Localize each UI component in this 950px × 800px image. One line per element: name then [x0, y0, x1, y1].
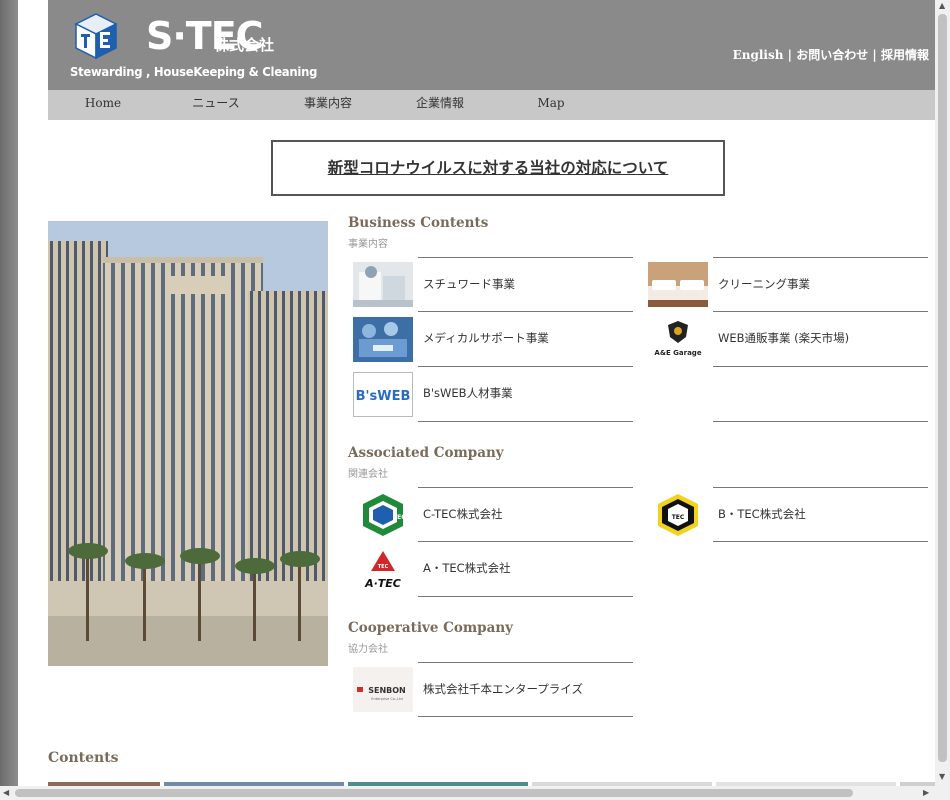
nav-item-business[interactable]: 事業内容	[278, 90, 378, 120]
contact-link[interactable]: お問い合わせ	[796, 48, 868, 62]
associated-item-atec[interactable]: TEC A·TEC A・TEC株式会社	[348, 542, 633, 597]
associated-section-subtitle: 関連会社	[348, 469, 388, 480]
business-item-empty	[643, 367, 928, 422]
logo-company-suffix: 株式会社	[214, 36, 275, 54]
contents-section-title: Contents	[48, 750, 119, 766]
covid-notice-link[interactable]: 新型コロナウイルスに対する当社の対応について	[328, 159, 669, 177]
svg-text:A·TEC: A·TEC	[364, 577, 401, 590]
business-item-medical[interactable]: メディカルサポート事業	[348, 312, 633, 367]
scrollbar-corner	[935, 786, 950, 800]
nav-item-map[interactable]: Map	[501, 90, 601, 120]
hero-building-image	[48, 221, 328, 666]
business-item-web-shop[interactable]: A&E Garage WEB通販事業 (楽天市場)	[643, 312, 928, 367]
senbon-logo-icon: SENBON Enterprise Co.,Ltd	[353, 667, 413, 712]
business-item-label	[713, 367, 928, 422]
associated-section-title: Associated Company	[348, 445, 504, 461]
associated-item-label: B・TEC株式会社	[713, 487, 928, 542]
bsweb-logo-icon: B'sWEB	[353, 372, 413, 417]
svg-text:TEC: TEC	[672, 514, 685, 521]
svg-text:Enterprise Co.,Ltd: Enterprise Co.,Ltd	[371, 697, 402, 701]
ae-garage-logo-icon: A&E Garage	[648, 317, 708, 362]
nav-item-home[interactable]: Home	[53, 90, 153, 120]
nav-item-company[interactable]: 企業情報	[390, 90, 490, 120]
main-nav: Home ニュース 事業内容 企業情報 Map	[48, 90, 935, 120]
associated-item-ctec[interactable]: TEC C-TEC株式会社	[348, 487, 633, 542]
ctec-logo-icon: TEC	[353, 492, 413, 537]
page: S·TEC 株式会社 Stewarding , HouseKeeping & C…	[18, 0, 935, 786]
business-item-cleaning[interactable]: クリーニング事業	[643, 257, 928, 312]
svg-text:SENBON: SENBON	[368, 686, 406, 695]
outer-background	[0, 0, 18, 800]
business-item-label: WEB通販事業 (楽天市場)	[713, 312, 928, 367]
scroll-left-arrow-icon[interactable]: ◀	[3, 788, 9, 797]
link-separator: |	[787, 48, 793, 62]
associated-item-label: A・TEC株式会社	[418, 542, 633, 597]
logo-tagline: Stewarding , HouseKeeping & Cleaning	[70, 64, 318, 79]
scroll-right-arrow-icon[interactable]: ▶	[923, 788, 929, 797]
business-item-label: B'sWEB人材事業	[418, 367, 633, 422]
business-item-bsweb[interactable]: B'sWEB B'sWEB人材事業	[348, 367, 633, 422]
horizontal-scroll-thumb[interactable]	[15, 789, 853, 797]
business-item-label: メディカルサポート事業	[418, 312, 633, 367]
vertical-scroll-thumb[interactable]	[938, 14, 947, 762]
site-logo[interactable]: S·TEC 株式会社 Stewarding , HouseKeeping & C…	[70, 10, 317, 82]
associated-item-btec[interactable]: TEC B・TEC株式会社	[643, 487, 928, 542]
btec-logo-icon: TEC	[648, 492, 708, 537]
stec-logo-mark-icon	[74, 13, 118, 60]
svg-text:TEC: TEC	[378, 564, 389, 570]
business-item-steward[interactable]: スチュワード事業	[348, 257, 633, 312]
covid-notice-box: 新型コロナウイルスに対する当社の対応について	[271, 140, 725, 196]
top-links: English | お問い合わせ | 採用情報	[733, 46, 929, 63]
medical-thumbnail	[353, 317, 413, 362]
vertical-scrollbar[interactable]: ▲ ▼	[935, 0, 950, 786]
steward-thumbnail	[353, 262, 413, 307]
cooperative-section-title: Cooperative Company	[348, 620, 514, 636]
english-link[interactable]: English	[733, 48, 784, 62]
business-item-label: クリーニング事業	[713, 257, 928, 312]
atec-logo-icon: TEC A·TEC	[353, 547, 413, 592]
nav-item-news[interactable]: ニュース	[166, 90, 266, 120]
link-separator: |	[872, 48, 877, 62]
associated-item-label: C-TEC株式会社	[418, 487, 633, 542]
horizontal-scrollbar[interactable]: ◀ ▶	[0, 786, 935, 800]
svg-text:A&E Garage: A&E Garage	[654, 349, 701, 357]
svg-text:B'sWEB: B'sWEB	[356, 389, 411, 404]
cooperative-item-label: 株式会社千本エンタープライズ	[418, 662, 633, 717]
recruit-link[interactable]: 採用情報	[881, 48, 929, 62]
business-section-subtitle: 事業内容	[348, 239, 388, 250]
cleaning-thumbnail	[648, 262, 708, 307]
business-section-title: Business Contents	[348, 215, 489, 231]
cooperative-section-subtitle: 協力会社	[348, 644, 388, 655]
scroll-down-arrow-icon[interactable]: ▼	[939, 772, 945, 781]
site-header: S·TEC 株式会社 Stewarding , HouseKeeping & C…	[48, 0, 935, 90]
business-item-label: スチュワード事業	[418, 257, 633, 312]
cooperative-item-senbon[interactable]: SENBON Enterprise Co.,Ltd 株式会社千本エンタープライズ	[348, 662, 633, 717]
hotel-building-illustration	[48, 221, 328, 666]
scroll-up-arrow-icon[interactable]: ▲	[939, 1, 945, 10]
svg-text:TEC: TEC	[393, 514, 406, 521]
